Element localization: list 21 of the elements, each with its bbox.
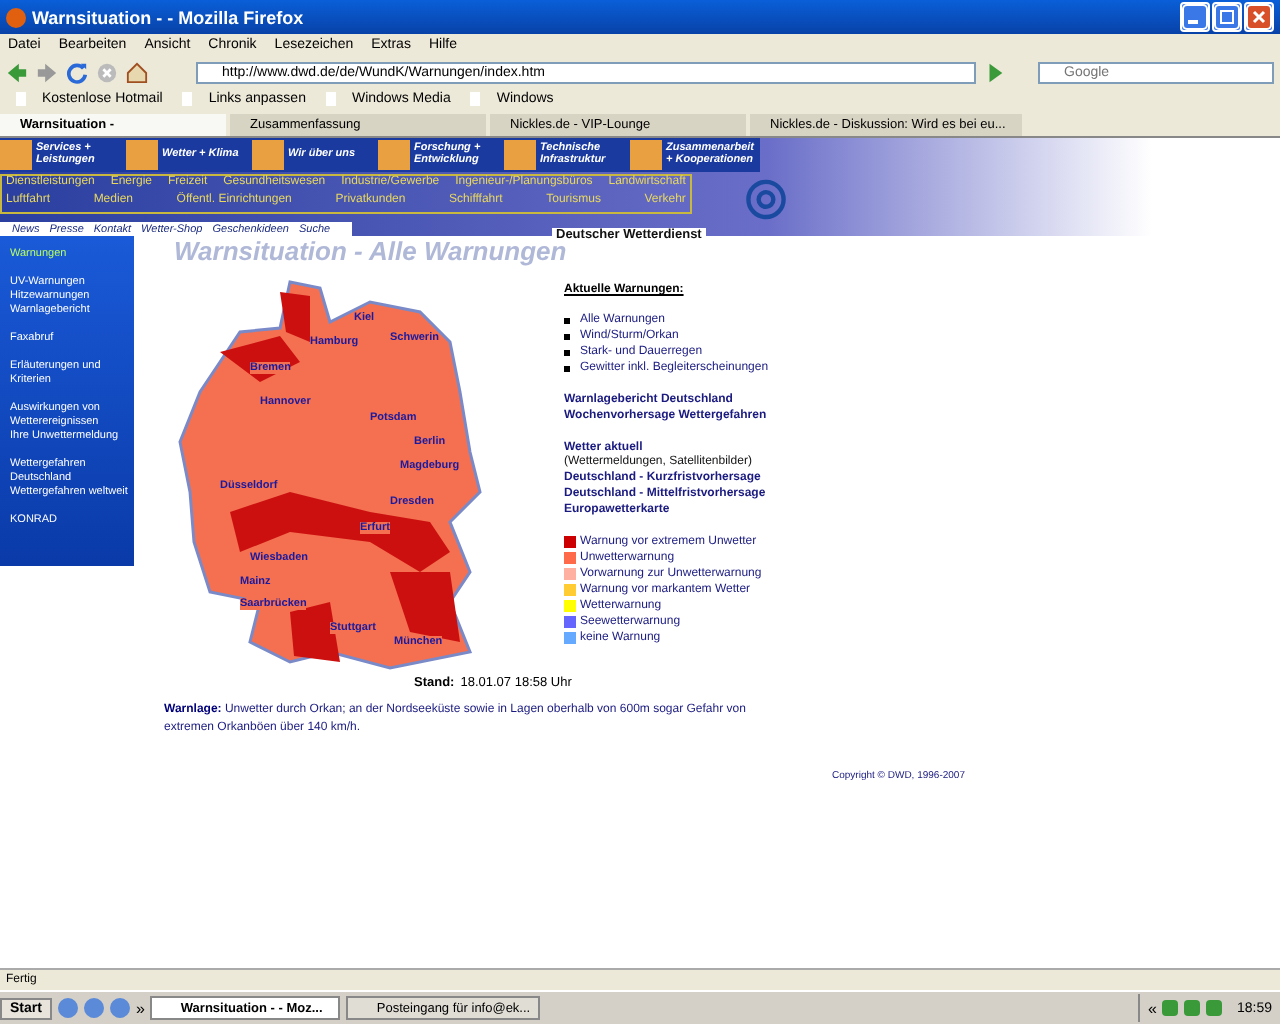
minimize-button[interactable]: [1180, 2, 1210, 32]
stop-icon[interactable]: [96, 61, 118, 83]
go-icon[interactable]: [984, 61, 1006, 83]
browser-icon: [6, 7, 26, 27]
back-icon[interactable]: [6, 61, 28, 83]
window-title: Warnsituation - - Mozilla Firefox: [32, 7, 306, 27]
quick-launch-more[interactable]: »: [135, 999, 145, 1017]
bullet-icon: [564, 333, 570, 339]
close-button[interactable]: [1244, 2, 1274, 32]
forward-icon[interactable]: [36, 61, 58, 83]
maximize-button[interactable]: [1212, 2, 1242, 32]
reload-icon[interactable]: [66, 61, 88, 83]
home-icon[interactable]: [126, 61, 148, 83]
bullet-icon: [564, 317, 570, 323]
quick-launch-icon[interactable]: [57, 998, 78, 1018]
quick-launch-icon[interactable]: [109, 998, 130, 1018]
bullet-icon: [564, 365, 570, 371]
quick-launch-icon[interactable]: [83, 998, 104, 1018]
tray-expand[interactable]: «: [1148, 999, 1157, 1017]
page-heading: Warnsituation - Alle Warnungen: [172, 236, 567, 270]
bullet-icon: [564, 349, 570, 355]
